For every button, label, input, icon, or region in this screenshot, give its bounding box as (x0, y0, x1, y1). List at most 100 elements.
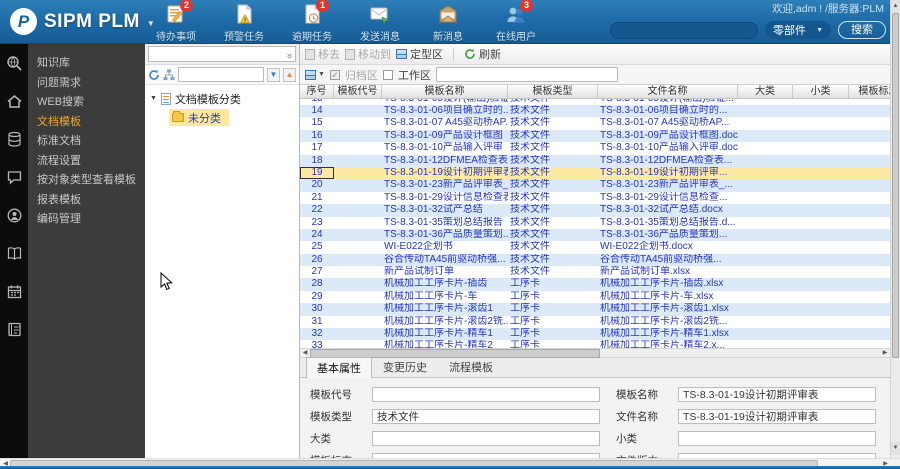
typing-area-button[interactable]: 定型区 (396, 46, 443, 62)
expand-down-button[interactable]: ▼ (267, 67, 280, 82)
table-row[interactable]: 21 TS-8.3-01-29设计信息检查表 技术文件 TS-8.3-01-29设计信… (300, 191, 890, 205)
table-row[interactable]: 27 新产品试制订单 技术文件 新产品试制订单.xlsx (300, 266, 890, 279)
home-icon[interactable] (0, 82, 28, 120)
tab-basic-properties[interactable]: 基本属性 (306, 357, 372, 378)
sidebar-item-templates-by-object-type[interactable]: 按对象类型查看模板 (28, 171, 145, 191)
sidebar-item-code-management[interactable]: 编码管理 (28, 210, 145, 230)
table-row[interactable]: 24 TS-8.3-01-36产品质量策划... 技术文件 TS-8.3-01-36产… (300, 228, 890, 242)
table-row[interactable]: 17 TS-8.3-01-10产品输入评审 技术文件 TS-8.3-01-10产品输入… (300, 142, 890, 155)
tree-node-unclassified[interactable]: 未分类 (169, 109, 229, 126)
grid-view-selector[interactable]: ▼ (305, 69, 325, 80)
app-logo[interactable]: P SIPM PLM ▼ (10, 8, 155, 35)
table-row[interactable]: 14 TS-8.3-01-06项目确立时的... 技术文件 TS-8.3-01-06项… (300, 105, 890, 118)
scroll-up-icon[interactable]: ▲ (891, 0, 900, 13)
field-input-template-code[interactable] (372, 386, 600, 402)
list-filter-input[interactable] (435, 67, 618, 82)
calendar-icon[interactable] (0, 272, 28, 310)
nav-item-online-users[interactable]: 3 在线用户 (490, 0, 542, 43)
tree-structure-icon[interactable] (163, 69, 175, 81)
column-header-flag[interactable]: 模板标志 (849, 85, 891, 98)
move-to-button[interactable]: 移动到 (345, 46, 391, 62)
sidebar-item-doc-template[interactable]: 文档模板 (28, 113, 145, 133)
tab-change-history[interactable]: 变更历史 (372, 356, 438, 377)
search-category-select[interactable]: 零部件 ▼ (765, 21, 831, 39)
logo-text: SIPM PLM (44, 10, 140, 32)
table-row[interactable]: 23 TS-8.3-01-35策划总结报告 技术文件 TS-8.3-01-35策划总结… (300, 216, 890, 229)
table-row[interactable]: 19 TS-8.3-01-19设计初期评审表 技术文件 TS-8.3-01-19设计初… (300, 166, 890, 180)
table-row[interactable]: 16 TS-8.3-01-09产品设计框图 技术文件 TS-8.3-01-09产品设计… (300, 129, 890, 143)
table-cell-flag (849, 179, 890, 191)
sidebar-item-report-template[interactable]: 报表模板 (28, 191, 145, 211)
table-row[interactable]: 22 TS-8.3-01-32试产总结 技术文件 TS-8.3-01-32试产总结.d… (300, 204, 890, 217)
table-row[interactable]: 15 TS-8.3-01-07 A45驱动桥AP... 技术文件 TS-8.3-01-… (300, 117, 890, 130)
field-input-category[interactable] (372, 430, 600, 446)
table-row[interactable]: 33 机械加工工序卡片-精车2 工序卡 机械加工工序卡片-精车2.x... (300, 340, 890, 348)
user-circle-icon[interactable] (0, 196, 28, 234)
table-cell-file: TS-8.3-01-10产品输入评审.doc (600, 142, 738, 154)
nav-item-new-message[interactable]: 新消息 (422, 3, 474, 43)
sidebar-item-issue-request[interactable]: 问题需求 (28, 74, 145, 94)
scroll-right-icon[interactable]: ▶ (880, 349, 890, 358)
collapse-up-button[interactable]: ▲ (283, 67, 296, 82)
table-cell-cat (738, 303, 793, 315)
table-row[interactable]: 30 机械加工工序卡片-滚齿1 工序卡 机械加工工序卡片-滚齿1.xlsx (300, 303, 890, 316)
sidebar-item-knowledge-base[interactable]: 知识库 (28, 54, 145, 74)
field-input-subcategory[interactable] (678, 430, 876, 446)
table-row[interactable]: 28 机械加工工序卡片-插齿 工序卡 机械加工工序卡片-插齿.xlsx (300, 278, 890, 291)
table-cell-cat (738, 328, 793, 340)
tree-body: ▼ 文档模板分类 未分类 (145, 85, 299, 126)
table-row[interactable]: 20 TS-8.3-01-23新产品评审表_... 技术文件 TS-8.3-01-23… (300, 179, 890, 192)
column-header-code[interactable]: 模板代号 (334, 85, 382, 98)
tree-root-node[interactable]: ▼ 文档模板分类 (145, 90, 299, 107)
work-area-checkbox[interactable] (382, 69, 393, 80)
table-cell-code (334, 179, 382, 191)
field-input-file-name[interactable]: TS-8.3-01-19设计初期评审表 (678, 408, 876, 424)
web-search-icon[interactable] (0, 44, 28, 82)
nav-item-overdue-tasks[interactable]: 1 逾期任务 (286, 0, 338, 43)
remove-button[interactable]: 移去 (305, 46, 340, 62)
scroll-down-icon[interactable]: ▼ (891, 442, 900, 455)
nav-badge: 2 (180, 0, 193, 12)
tree-node-label: 未分类 (188, 112, 221, 125)
sidebar-item-standard-doc[interactable]: 标准文档 (28, 132, 145, 152)
tree-filter-input[interactable] (178, 67, 264, 82)
table-row[interactable]: 18 TS-8.3-01-12DFMEA检查表 技术文件 TS-8.3-01-12DF… (300, 154, 890, 167)
table-cell-name: TS-8.3-01-35策划总结报告 (384, 216, 503, 228)
column-header-file[interactable]: 文件名称 (598, 85, 738, 98)
column-header-seq[interactable]: 序号 (300, 85, 334, 98)
table-horizontal-scrollbar[interactable]: ◀ ▶ (300, 348, 890, 358)
column-header-category[interactable]: 大类 (738, 85, 793, 98)
table-row[interactable]: 32 机械加工工序卡片-精车1 工序卡 机械加工工序卡片-精车1.xlsx (300, 328, 890, 341)
dictionary-icon[interactable] (0, 310, 28, 348)
search-button[interactable]: 搜索 (838, 21, 886, 39)
table-row[interactable]: 29 机械加工工序卡片-车 工序卡 机械加工工序卡片-车.xlsx (300, 290, 890, 304)
book-icon[interactable] (0, 234, 28, 272)
table-row[interactable]: 31 机械加工工序卡片-滚齿2铣... 工序卡 机械加工工序卡片-滚齿2铣... (300, 315, 890, 329)
chat-icon[interactable] (0, 158, 28, 196)
field-input-template-name[interactable]: TS-8.3-01-19设计初期评审表 (678, 386, 876, 402)
table-cell-file: TS-8.3-01-19设计初期评审... (600, 166, 728, 178)
vertical-scrollbar[interactable]: ▲ ▼ (890, 0, 900, 458)
field-label-template-type: 模板类型 (310, 410, 352, 423)
nav-item-warning-tasks[interactable]: 预警任务 (218, 3, 270, 43)
nav-item-todo[interactable]: 2 待办事项 (150, 0, 202, 43)
global-search-input[interactable] (610, 21, 758, 39)
vertical-scroll-thumb[interactable] (892, 13, 899, 358)
database-icon[interactable] (0, 120, 28, 158)
tree-refresh-icon[interactable] (148, 69, 160, 81)
nav-item-send-message[interactable]: 发送消息 (354, 3, 406, 43)
column-header-type[interactable]: 模板类型 (508, 85, 598, 98)
sidebar-item-web-search[interactable]: WEB搜索 (28, 93, 145, 113)
column-header-name[interactable]: 模板名称 (382, 85, 508, 98)
archive-area-checkbox[interactable] (329, 69, 340, 80)
table-cell-code (334, 167, 382, 179)
tree-view-combobox[interactable]: » (148, 46, 296, 62)
tab-process-template[interactable]: 流程模板 (438, 356, 504, 377)
table-row[interactable]: 25 WI-E022企划书 技术文件 WI-E022企划书.docx (300, 241, 890, 254)
column-header-subcategory[interactable]: 小类 (793, 85, 849, 98)
table-row[interactable]: 26 谷合传动TA45前驱动桥强... 技术文件 谷合传动TA45前驱动桥强... (300, 253, 890, 267)
sidebar-item-process-settings[interactable]: 流程设置 (28, 152, 145, 172)
tree-caret-icon[interactable]: ▼ (150, 95, 157, 102)
refresh-button[interactable]: 刷新 (464, 46, 501, 62)
field-input-template-type[interactable]: 技术文件 (372, 408, 600, 424)
